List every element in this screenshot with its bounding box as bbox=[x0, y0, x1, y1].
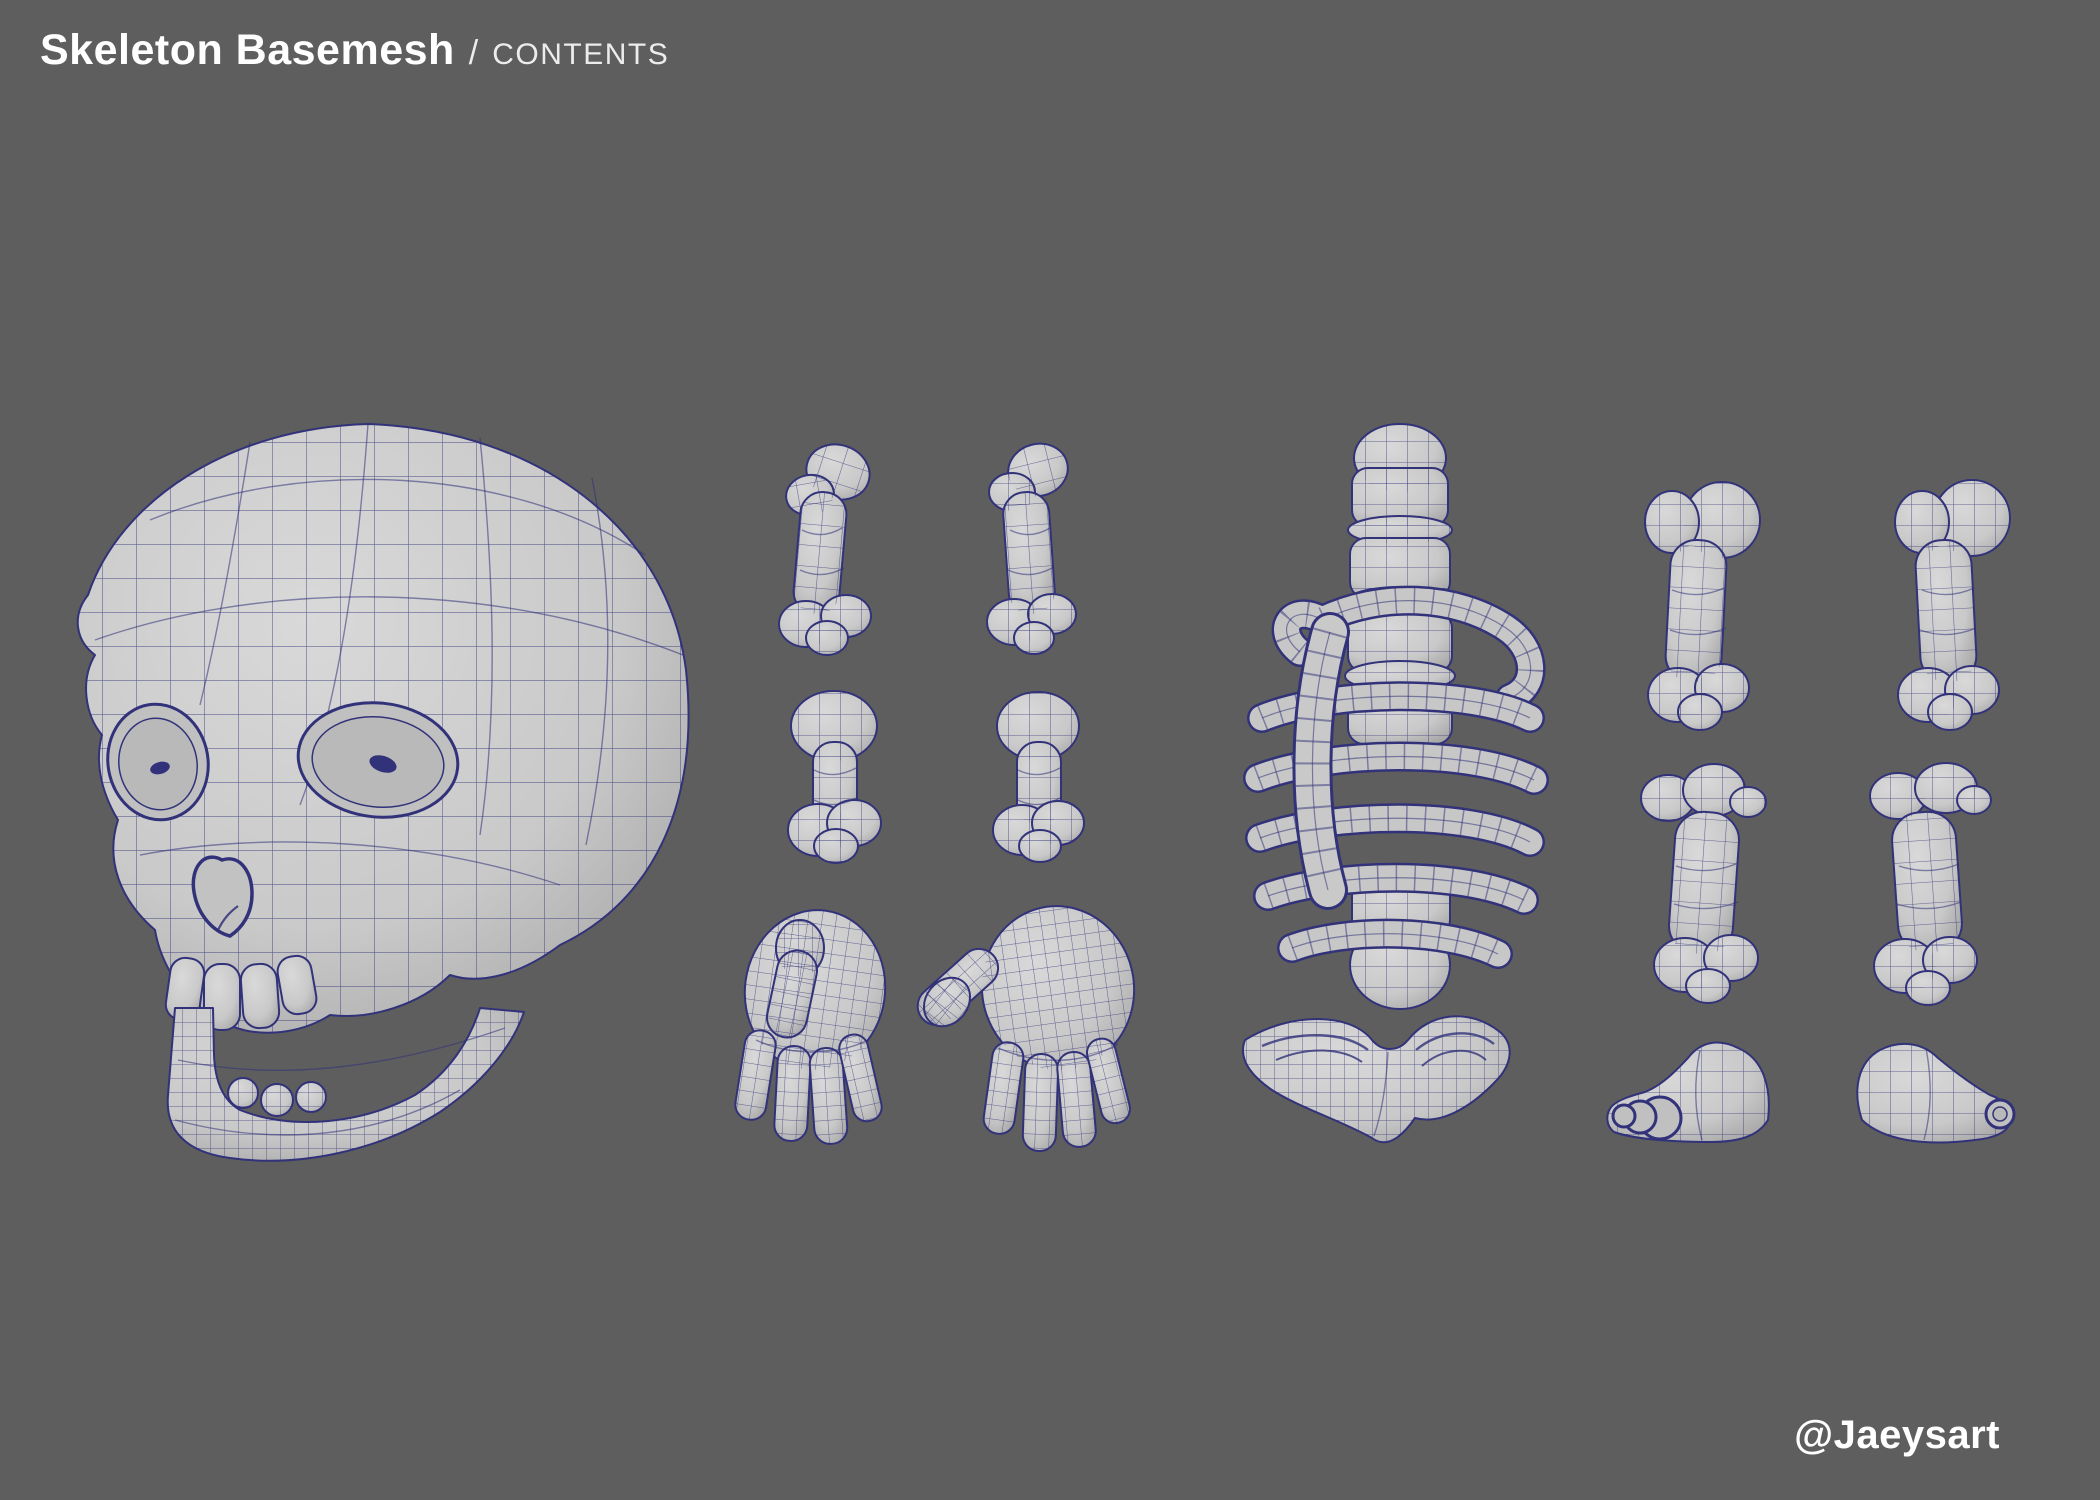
model-skull bbox=[76, 423, 690, 1034]
model-upper-arm-bone-left bbox=[778, 435, 878, 656]
model-hand-right bbox=[908, 895, 1146, 1153]
model-upper-arm-bone-right bbox=[986, 436, 1077, 655]
model-foot-left bbox=[1606, 1041, 1770, 1143]
model-thigh-bone-left bbox=[1644, 481, 1761, 731]
page-header: Skeleton Basemesh / CONTENTS bbox=[40, 26, 669, 75]
model-spine-ribcage bbox=[1243, 423, 1549, 1010]
wireframe-scene bbox=[76, 423, 2016, 1162]
page-subtitle: CONTENTS bbox=[492, 38, 670, 71]
model-pelvis bbox=[1242, 1015, 1511, 1144]
contents-poster: Skeleton Basemesh / CONTENTS @Jaeysart bbox=[0, 0, 2100, 1500]
artist-watermark: @Jaeysart bbox=[1794, 1413, 2000, 1457]
model-forearm-bone-right bbox=[992, 691, 1085, 863]
title-separator: / bbox=[468, 34, 479, 72]
model-thigh-bone-right bbox=[1894, 479, 2011, 731]
model-shin-bone-left bbox=[1640, 763, 1767, 1004]
model-shin-bone-right bbox=[1869, 762, 1992, 1006]
sternum bbox=[1292, 612, 1350, 910]
model-foot-right bbox=[1856, 1042, 2016, 1144]
model-forearm-bone-left bbox=[787, 690, 882, 864]
toe-right bbox=[1984, 1098, 2016, 1130]
model-hand-left bbox=[732, 900, 897, 1146]
page-title: Skeleton Basemesh bbox=[40, 26, 455, 74]
